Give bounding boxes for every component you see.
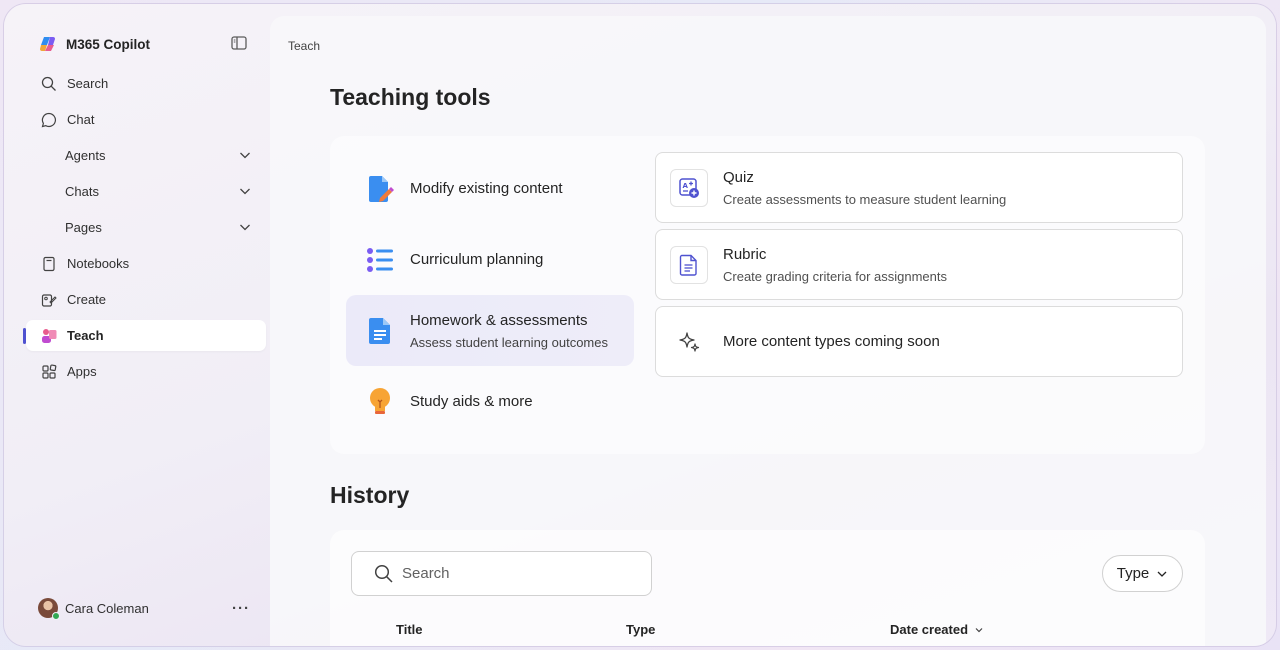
tool-more-coming-soon: More content types coming soon (655, 306, 1183, 377)
breadcrumb: Teach (288, 39, 321, 53)
sidebar-item-label: Chats (65, 184, 99, 199)
tool-rubric[interactable]: Rubric Create grading criteria for assig… (655, 229, 1183, 300)
notebook-icon (40, 255, 58, 273)
search-icon (374, 564, 393, 583)
sidebar-toggle-icon[interactable] (230, 34, 248, 52)
teach-icon (40, 327, 58, 345)
more-options-button[interactable]: ··· (232, 600, 250, 617)
sidebar-item-agents[interactable]: Agents (26, 140, 266, 171)
user-name: Cara Coleman (65, 600, 149, 616)
tool-title: More content types coming soon (723, 333, 940, 350)
sidebar-item-pages[interactable]: Pages (26, 212, 266, 243)
sidebar-nav: Search Chat Agents Chats Pages Notebooks… (23, 68, 266, 392)
tool-subtitle: Create assessments to measure student le… (723, 191, 1007, 207)
sidebar-item-apps[interactable]: Apps (26, 356, 266, 387)
category-title: Curriculum planning (410, 251, 544, 268)
history-search[interactable] (351, 551, 652, 596)
search-icon (40, 75, 58, 93)
sidebar-item-label: Notebooks (67, 256, 130, 271)
lightbulb-icon (364, 386, 396, 418)
column-header-label: Type (626, 622, 656, 637)
category-modify-content[interactable]: Modify existing content (346, 153, 634, 224)
chevron-down-icon (1157, 571, 1167, 577)
list-icon (364, 244, 396, 276)
sidebar-item-label: Teach (67, 328, 104, 343)
sidebar-item-label: Create (67, 292, 107, 307)
sidebar-item-notebooks[interactable]: Notebooks (26, 248, 266, 279)
svg-text:A: A (683, 182, 689, 190)
category-study-aids[interactable]: Study aids & more (346, 366, 634, 437)
rubric-icon (670, 245, 708, 284)
tool-title: Rubric (723, 245, 767, 263)
tool-title: Quiz (723, 168, 754, 186)
presence-indicator (52, 612, 60, 620)
sidebar-item-label: Agents (65, 148, 106, 163)
column-header-label: Title (396, 622, 423, 637)
type-filter-label: Type (1116, 565, 1150, 582)
category-homework-assessments[interactable]: Homework & assessments Assess student le… (346, 295, 634, 366)
app-name: M365 Copilot (66, 36, 151, 52)
column-header-title[interactable]: Title (396, 622, 423, 637)
sort-down-icon (975, 627, 983, 632)
apps-icon (40, 363, 58, 381)
chevron-down-icon (240, 188, 250, 195)
brand[interactable]: M365 Copilot (38, 34, 150, 54)
sidebar-item-create[interactable]: Create (26, 284, 266, 315)
teaching-tools-card: Modify existing content Curriculum plann… (330, 136, 1205, 454)
user-profile[interactable]: Cara Coleman (38, 598, 149, 620)
history-card: Type Title Type Date created (330, 530, 1205, 646)
category-curriculum-planning[interactable]: Curriculum planning (346, 224, 634, 295)
document-icon (364, 315, 396, 347)
sidebar: M365 Copilot Search Chat Agents Chats Pa… (4, 4, 270, 646)
category-subtitle: Assess student learning outcomes (410, 334, 608, 350)
column-header-label: Date created (890, 622, 969, 637)
avatar (38, 598, 60, 620)
category-title: Homework & assessments (410, 311, 588, 329)
sidebar-item-label: Apps (67, 364, 97, 379)
chevron-down-icon (240, 152, 250, 159)
column-header-date-created[interactable]: Date created (890, 622, 984, 637)
sidebar-item-label: Chat (67, 112, 95, 127)
sidebar-item-chat[interactable]: Chat (26, 104, 266, 135)
history-title: History (330, 482, 410, 508)
column-header-type[interactable]: Type (626, 622, 655, 637)
pencil-doc-icon (364, 173, 396, 205)
category-title: Modify existing content (410, 180, 563, 197)
main-content: Teach Teaching tools Modify existing con… (270, 16, 1266, 646)
chevron-down-icon (240, 224, 250, 231)
sparkle-icon (670, 322, 708, 361)
chat-icon (40, 111, 58, 129)
type-filter-button[interactable]: Type (1102, 555, 1183, 592)
create-icon (40, 291, 58, 309)
sidebar-item-teach[interactable]: Teach (23, 320, 266, 351)
tool-quiz[interactable]: A Quiz Create assessments to measure stu… (655, 152, 1183, 223)
quiz-icon: A (670, 168, 708, 207)
category-title: Study aids & more (410, 393, 533, 410)
sidebar-item-label: Search (67, 76, 109, 91)
tool-subtitle: Create grading criteria for assignments (723, 268, 947, 284)
sidebar-item-label: Pages (65, 220, 102, 235)
sidebar-item-chats[interactable]: Chats (26, 176, 266, 207)
active-indicator (23, 328, 26, 344)
page-title: Teaching tools (330, 84, 491, 110)
sidebar-item-search[interactable]: Search (26, 68, 266, 99)
search-input[interactable] (402, 565, 642, 582)
app-window: M365 Copilot Search Chat Agents Chats Pa… (4, 4, 1276, 646)
copilot-logo-icon (40, 37, 55, 51)
